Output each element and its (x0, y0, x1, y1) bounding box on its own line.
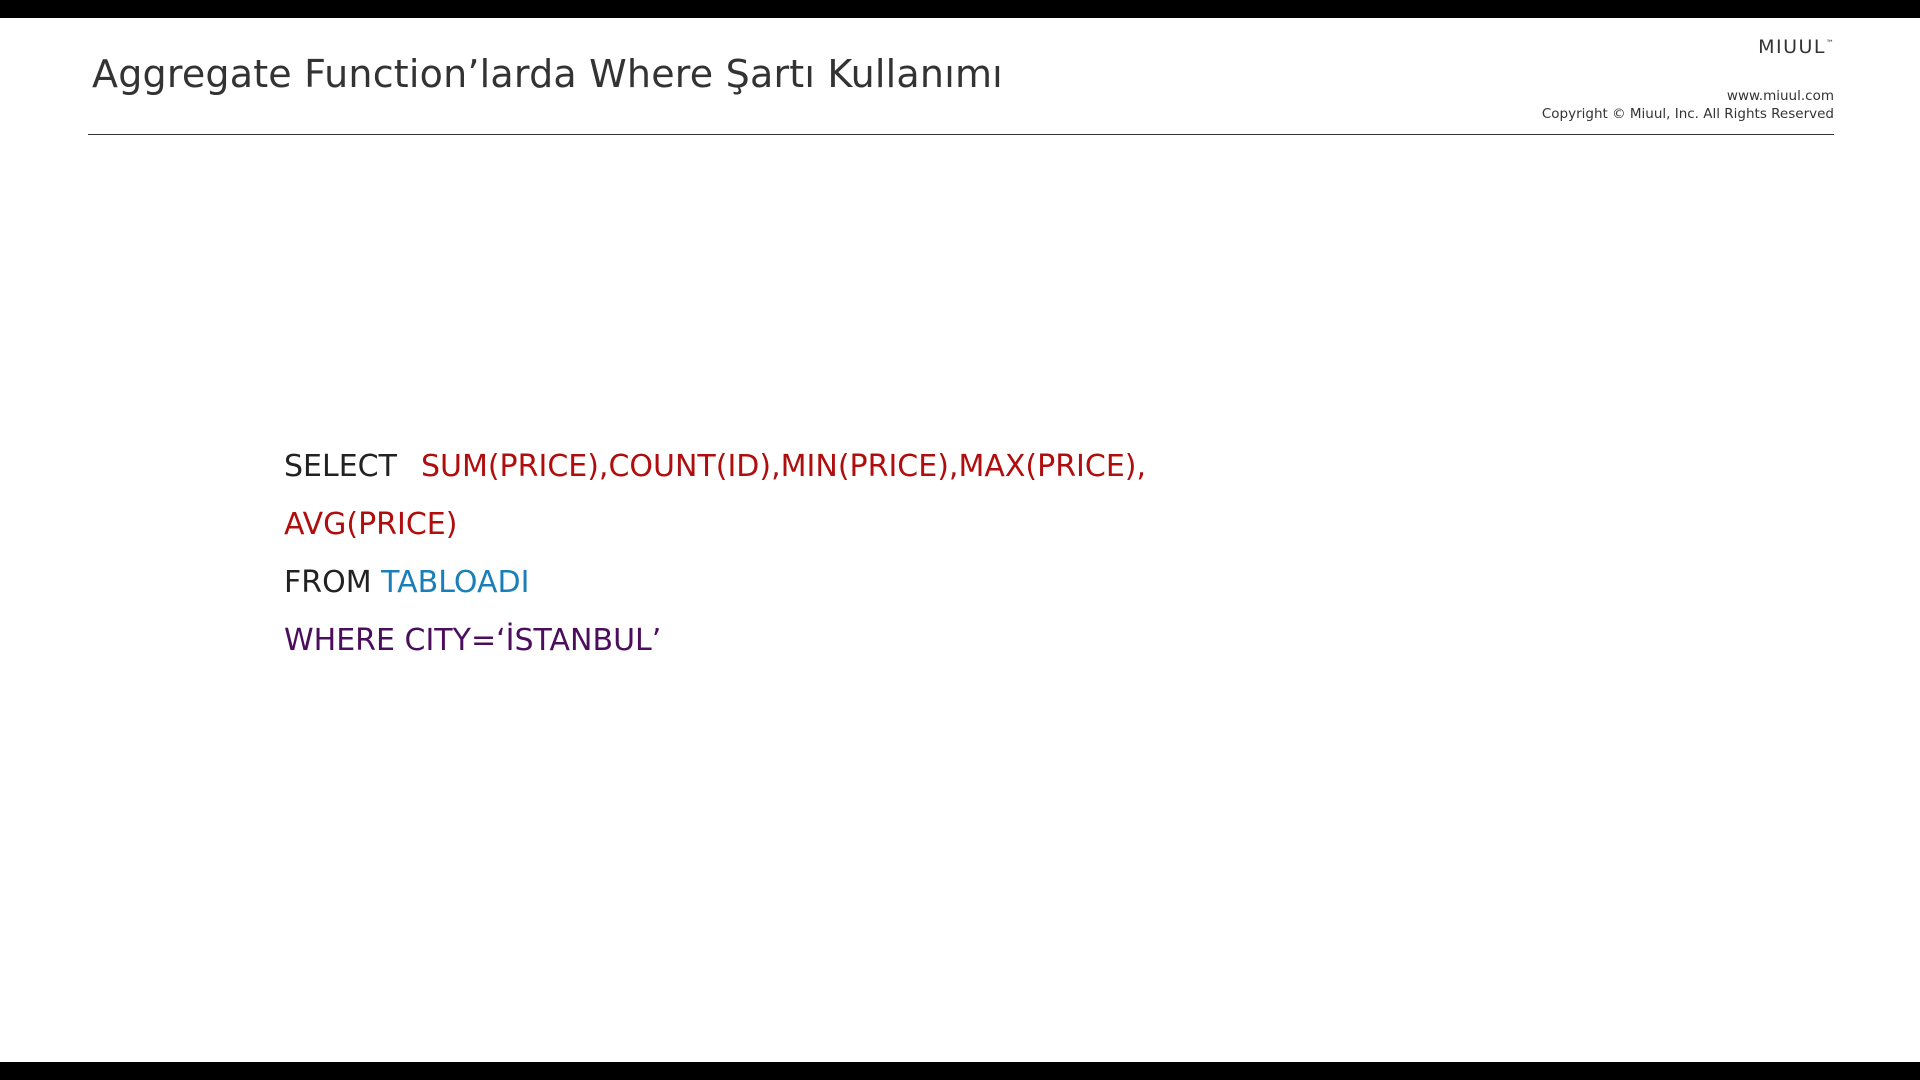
aggregate-functions: SUM(PRICE),COUNT(ID),MIN(PRICE),MAX(PRIC… (420, 449, 1147, 484)
trademark-symbol: ™ (1826, 38, 1834, 48)
aggregate-function-avg: AVG(PRICE) (284, 507, 458, 542)
brand-name: MIUUL (1758, 36, 1826, 58)
from-keyword: FROM (284, 565, 382, 600)
header-divider (88, 134, 1834, 135)
top-black-bar (0, 0, 1920, 18)
select-keyword: SELECT (284, 449, 397, 484)
code-line-from: FROM TABLOADI (284, 554, 1146, 612)
copyright-text: Copyright © Miuul, Inc. All Rights Reser… (1541, 106, 1834, 122)
brand-logo: MIUUL™ (1758, 36, 1834, 59)
sql-code-block: SELECT SUM(PRICE),COUNT(ID),MIN(PRICE),MA… (284, 438, 1146, 670)
code-line-where: WHERE CITY=‘İSTANBUL’ (284, 612, 1146, 670)
bottom-black-bar (0, 1062, 1920, 1080)
table-name: TABLOADI (381, 565, 530, 600)
where-clause: WHERE CITY=‘İSTANBUL’ (284, 623, 662, 658)
website-text: www.miuul.com (1726, 88, 1834, 104)
site-info: www.miuul.com Copyright © Miuul, Inc. Al… (1542, 87, 1834, 123)
code-line-avg: AVG(PRICE) (284, 496, 1146, 554)
code-line-select: SELECT SUM(PRICE),COUNT(ID),MIN(PRICE),MA… (284, 438, 1146, 496)
slide-title: Aggregate Function’larda Where Şartı Kul… (92, 52, 1003, 96)
